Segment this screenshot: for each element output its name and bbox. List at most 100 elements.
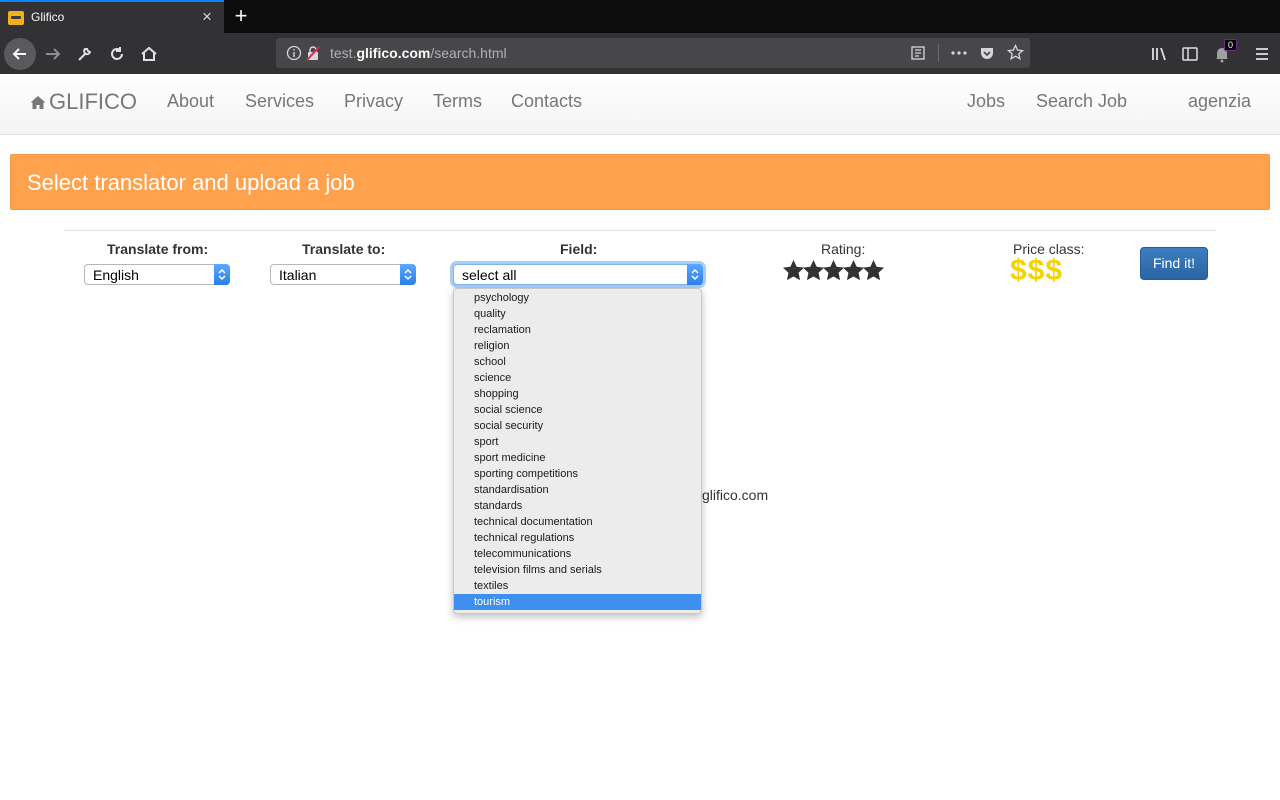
field-option[interactable]: technical documentation <box>454 514 701 530</box>
bookmark-star-icon[interactable] <box>1007 44 1024 61</box>
insecure-lock-icon[interactable] <box>306 45 320 61</box>
sidebar-icon[interactable] <box>1181 45 1199 63</box>
field-option-label: television films and serials <box>474 564 602 576</box>
info-icon[interactable] <box>286 45 302 61</box>
field-dropdown-list[interactable]: psychology quality reclamation religion scho… <box>453 288 702 614</box>
nav-link-services[interactable]: Services <box>245 91 314 112</box>
field-option-label: school <box>474 356 506 368</box>
field-option-label: social science <box>474 404 543 416</box>
field-option-label: textiles <box>474 580 509 592</box>
field-option[interactable]: psychology <box>454 290 701 306</box>
field-option-label: standards <box>474 500 523 512</box>
home-icon <box>30 96 46 109</box>
field-option-label: shopping <box>474 388 519 400</box>
nav-link-privacy[interactable]: Privacy <box>344 91 403 112</box>
field-option-label: telecommunications <box>474 548 572 560</box>
field-option[interactable]: textiles <box>454 578 701 594</box>
field-value: select all <box>462 267 517 283</box>
field-option-label: technical regulations <box>474 532 575 544</box>
back-arrow-icon <box>12 48 26 60</box>
brand-name: GLIFICO <box>49 89 138 114</box>
url-bar[interactable]: test.glifico.com/search.html <box>276 38 1030 68</box>
wrench-icon[interactable] <box>76 45 94 63</box>
nav-link-contacts[interactable]: Contacts <box>511 91 582 112</box>
price-class-value[interactable]: $$$ <box>1010 254 1063 288</box>
field-option-label: religion <box>474 340 510 352</box>
field-option-label: sporting competitions <box>474 468 578 480</box>
field-option[interactable]: quality <box>454 306 701 322</box>
field-option[interactable]: standards <box>454 498 701 514</box>
field-option-label: sport medicine <box>474 452 546 464</box>
page-banner: Select translator and upload a job <box>10 154 1270 210</box>
field-option-label: standardisation <box>474 484 549 496</box>
library-icon[interactable] <box>1150 45 1168 63</box>
nav-link-user-agenzia[interactable]: agenzia <box>1188 91 1251 112</box>
field-option-label: social security <box>474 420 544 432</box>
field-select[interactable]: select all <box>453 264 703 285</box>
field-option-label: tourism <box>474 596 511 608</box>
field-option[interactable]: religion <box>454 338 701 354</box>
nav-link-terms[interactable]: Terms <box>433 91 482 112</box>
translate-to-label: Translate to: <box>302 241 386 257</box>
divider <box>64 230 1216 231</box>
field-option[interactable]: technical regulations <box>454 530 701 546</box>
field-option[interactable]: television films and serials <box>454 562 701 578</box>
translate-from-select[interactable]: English <box>84 264 230 285</box>
field-option[interactable]: reclamation <box>454 322 701 338</box>
field-label: Field: <box>560 241 598 257</box>
field-option[interactable]: sport medicine <box>454 450 701 466</box>
glifico-favicon-icon <box>8 11 24 25</box>
select-stepper-icon <box>400 264 416 285</box>
translate-to-select[interactable]: Italian <box>270 264 416 285</box>
nav-link-search-job[interactable]: Search Job <box>1036 91 1127 112</box>
footer-domain-text: glifico.com <box>702 487 769 503</box>
translate-to-value: Italian <box>279 267 317 283</box>
home-icon[interactable] <box>140 45 158 63</box>
field-option[interactable]: sport <box>454 434 701 450</box>
translate-from-value: English <box>93 267 139 283</box>
field-option-label: sport <box>474 436 499 448</box>
tab-title: Glifico <box>31 10 65 24</box>
nav-link-about[interactable]: About <box>167 91 214 112</box>
rating-stars[interactable] <box>782 258 885 284</box>
find-it-button[interactable]: Find it! <box>1140 247 1208 280</box>
field-option[interactable]: social security <box>454 418 701 434</box>
url-divider <box>938 44 939 62</box>
field-option[interactable]: tourism <box>454 594 701 610</box>
field-option[interactable]: telecommunications <box>454 546 701 562</box>
star-icon[interactable] <box>862 258 885 283</box>
nav-link-jobs[interactable]: Jobs <box>967 91 1005 112</box>
select-stepper-icon <box>214 264 230 285</box>
close-tab-icon[interactable]: × <box>198 7 216 27</box>
rating-label: Rating: <box>821 241 866 257</box>
field-option[interactable]: science <box>454 370 701 386</box>
hamburger-menu-icon[interactable] <box>1253 45 1271 63</box>
url-text: test.glifico.com/search.html <box>330 45 507 61</box>
back-button[interactable] <box>4 38 36 70</box>
site-navbar: GLIFICO About Services Privacy Terms Con… <box>0 74 1280 135</box>
reload-icon[interactable] <box>108 45 126 63</box>
field-option[interactable]: school <box>454 354 701 370</box>
forward-arrow-icon[interactable] <box>44 45 62 63</box>
field-option-label: science <box>474 372 512 384</box>
field-option-label: psychology <box>474 292 530 304</box>
browser-toolbar: test.glifico.com/search.html 0 <box>0 33 1280 75</box>
translate-from-label: Translate from: <box>107 241 209 257</box>
field-option-label: reclamation <box>474 324 531 336</box>
field-option-label: quality <box>474 308 506 320</box>
browser-tab-bar: Glifico × + <box>0 0 1280 33</box>
page-title: Select translator and upload a job <box>27 170 355 195</box>
more-actions-icon[interactable] <box>950 45 968 61</box>
field-option[interactable]: shopping <box>454 386 701 402</box>
field-option[interactable]: social science <box>454 402 701 418</box>
select-stepper-icon <box>687 264 703 285</box>
browser-tab[interactable]: Glifico × <box>0 0 224 33</box>
brand-link[interactable]: GLIFICO <box>30 89 137 115</box>
field-option-label: technical documentation <box>474 516 593 528</box>
notification-count-badge: 0 <box>1224 39 1238 51</box>
field-option[interactable]: sporting competitions <box>454 466 701 482</box>
reader-view-icon[interactable] <box>910 45 926 61</box>
field-option[interactable]: standardisation <box>454 482 701 498</box>
new-tab-icon[interactable]: + <box>230 4 252 28</box>
pocket-icon[interactable] <box>979 45 995 61</box>
